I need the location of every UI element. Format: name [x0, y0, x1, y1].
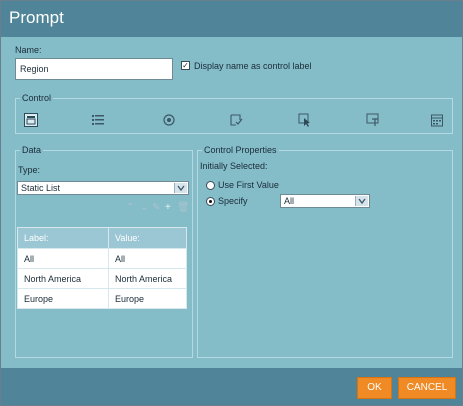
specify-select[interactable]: All	[280, 194, 370, 208]
text-field-icon[interactable]	[366, 113, 380, 127]
specify-label: Specify	[218, 196, 248, 206]
type-select[interactable]: Static List	[17, 181, 189, 195]
data-table: Label: Value: All All North America Nort…	[17, 227, 187, 309]
move-up-icon[interactable]: ⌃	[126, 202, 134, 213]
data-group-label: Data	[20, 145, 44, 155]
pointer-icon[interactable]	[298, 113, 312, 127]
table-cell[interactable]: Europe	[17, 288, 109, 309]
name-input[interactable]: Region	[15, 58, 173, 80]
table-cell[interactable]: North America	[17, 268, 109, 289]
table-cell[interactable]: All	[17, 248, 109, 269]
table-row[interactable]: North America North America	[17, 268, 187, 289]
table-row[interactable]: All All	[17, 248, 187, 269]
calendar-icon[interactable]	[430, 113, 444, 127]
checkbox-icon[interactable]	[229, 113, 243, 127]
edit-icon[interactable]: ✎	[152, 202, 160, 213]
initially-selected-label: Initially Selected:	[200, 161, 268, 171]
table-cell[interactable]: Europe	[108, 288, 187, 309]
dialog-footer: OK CANCEL	[1, 368, 462, 405]
delete-icon[interactable]: 🗑	[177, 202, 190, 213]
name-label: Name:	[15, 45, 42, 55]
control-properties-group-label: Control Properties	[202, 145, 279, 155]
table-cell[interactable]: All	[108, 248, 187, 269]
column-header-label: Label:	[17, 227, 109, 249]
column-header-value: Value:	[108, 227, 187, 249]
title-bar: Prompt	[1, 1, 462, 37]
prompt-dialog: Prompt Name: Region ✓ Display name as co…	[0, 0, 463, 406]
add-icon[interactable]: +	[165, 202, 171, 213]
display-name-checkbox[interactable]: ✓	[181, 61, 190, 70]
data-group: Data Type: Static List ⌃ ⌄ ✎ + 🗑 Label: …	[15, 145, 193, 358]
list-icon[interactable]	[91, 113, 105, 127]
table-header-row: Label: Value:	[17, 227, 187, 249]
specify-radio[interactable]	[206, 197, 215, 206]
chevron-down-icon[interactable]	[355, 196, 368, 206]
dropdown-icon[interactable]	[24, 113, 38, 127]
control-properties-group: Control Properties Initially Selected: U…	[197, 145, 453, 358]
table-cell[interactable]: North America	[108, 268, 187, 289]
control-group-label: Control	[20, 93, 54, 103]
type-select-value: Static List	[21, 183, 61, 193]
control-group: Control	[15, 93, 453, 134]
specify-select-value: All	[284, 196, 295, 206]
use-first-value-radio[interactable]	[206, 181, 215, 190]
dialog-title: Prompt	[9, 8, 64, 27]
cancel-button[interactable]: CANCEL	[398, 377, 456, 399]
display-name-checkbox-label: Display name as control label	[194, 61, 312, 71]
radio-icon[interactable]	[162, 113, 176, 127]
move-down-icon[interactable]: ⌄	[140, 202, 148, 213]
ok-button[interactable]: OK	[357, 377, 392, 399]
type-label: Type:	[18, 165, 41, 175]
table-row[interactable]: Europe Europe	[17, 288, 187, 309]
chevron-down-icon[interactable]	[174, 183, 187, 193]
use-first-value-label: Use First Value	[218, 180, 279, 190]
